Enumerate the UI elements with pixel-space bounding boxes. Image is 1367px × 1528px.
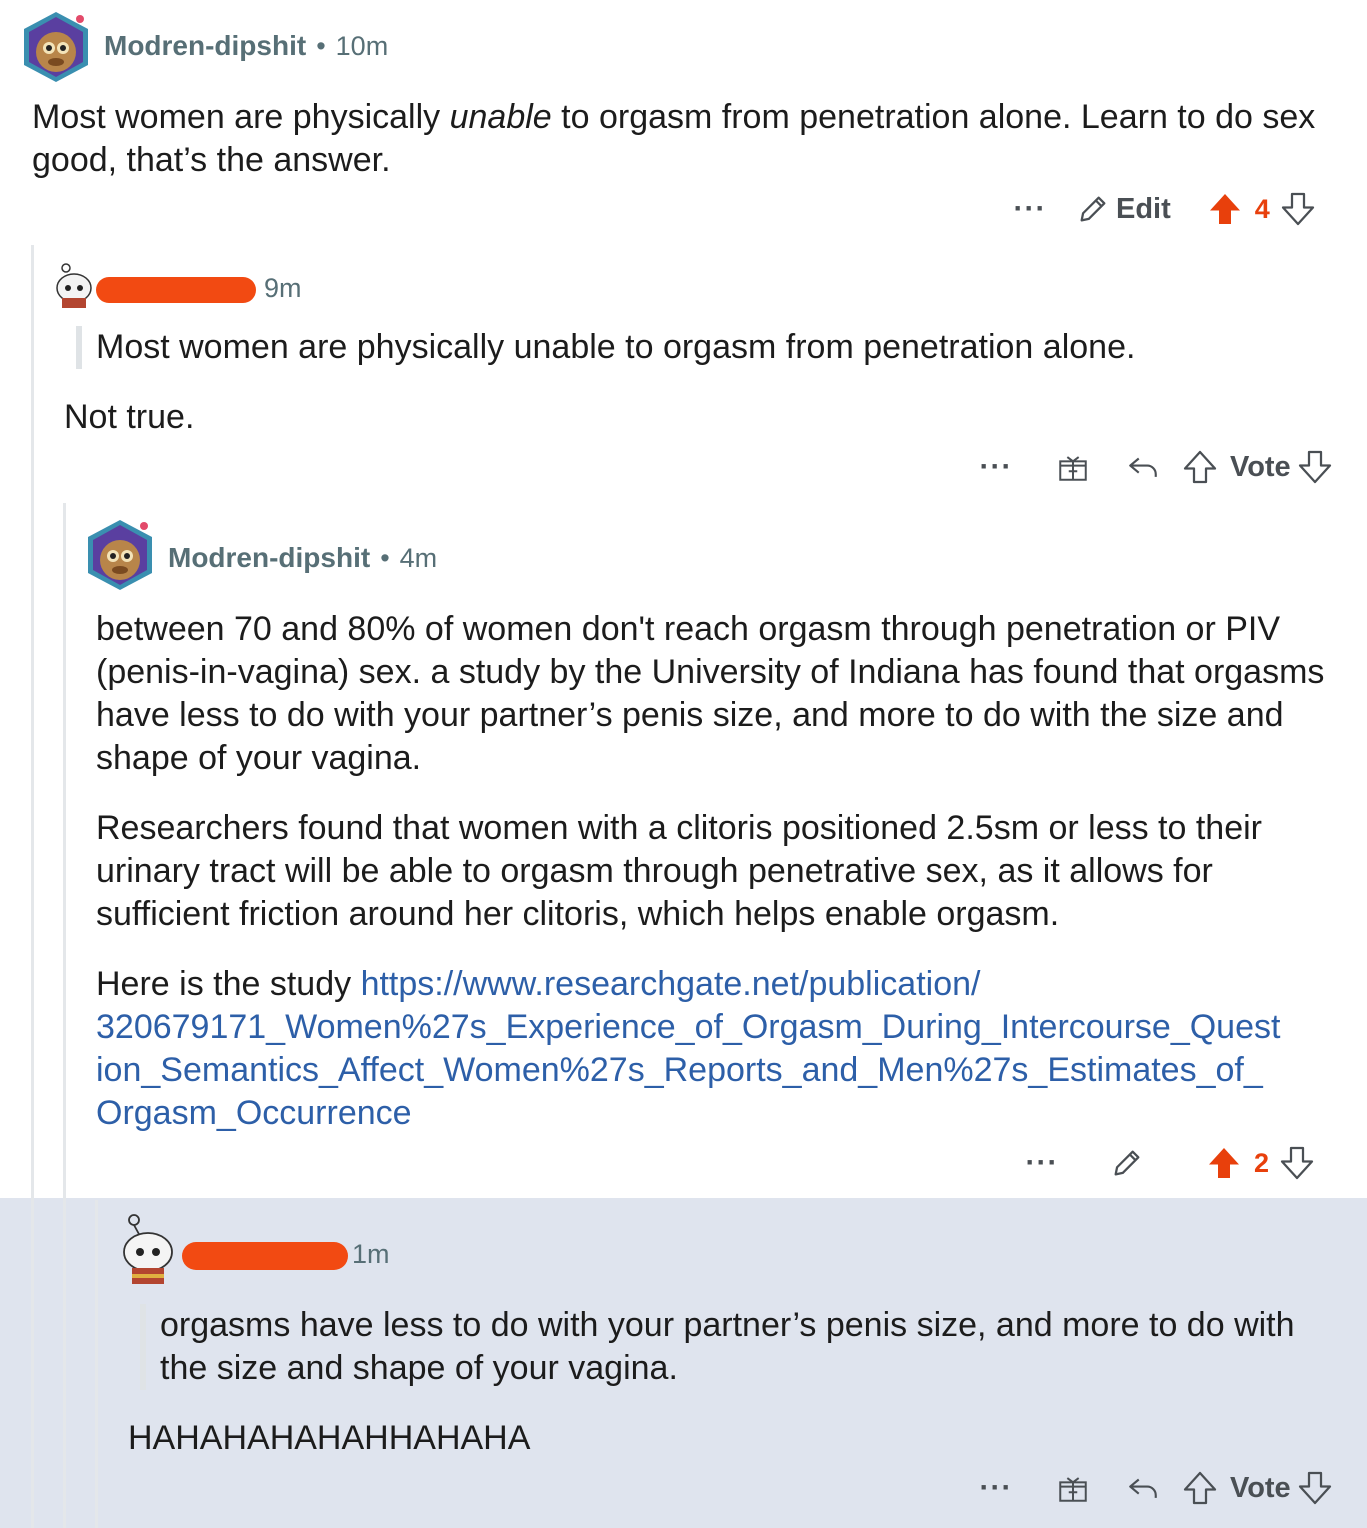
- thread-line-2[interactable]: [63, 503, 66, 1528]
- comment-emphasis: unable: [449, 98, 552, 136]
- reply-button[interactable]: [1126, 1471, 1160, 1505]
- comment-3-paragraph-1: between 70 and 80% of women don't reach …: [96, 610, 1325, 777]
- study-prefix: Here is the study: [96, 965, 361, 1003]
- comment-4-actions: ··· Vote: [976, 1463, 1333, 1513]
- downvote-icon: [1298, 1471, 1331, 1505]
- comment-2-quote: Most women are physically unable to orga…: [76, 326, 1356, 369]
- study-link[interactable]: https://www.researchgate.net/publication…: [361, 965, 981, 1003]
- edit-label: Edit: [1116, 192, 1171, 225]
- vote-label: Vote: [1230, 1471, 1291, 1504]
- avatar-snoo-icon: [56, 263, 92, 308]
- avatar-snoo-icon: [88, 518, 152, 590]
- reply-icon: [1129, 1478, 1157, 1498]
- comment-text: Most women are physically: [32, 98, 450, 136]
- comment-1-actions: ··· Edit 4: [1010, 184, 1316, 234]
- downvote-button[interactable]: [1297, 1470, 1333, 1506]
- timestamp: 9m: [264, 273, 302, 303]
- downvote-button[interactable]: [1297, 449, 1333, 485]
- study-link[interactable]: 320679171_Women%27s_Experience_of_Orgasm…: [96, 1008, 1280, 1046]
- thread-line-1[interactable]: [31, 245, 34, 1528]
- upvote-icon: [1183, 450, 1217, 484]
- upvote-button[interactable]: [1206, 1145, 1242, 1181]
- study-link-continued: ion_Semantics_Affect_Women%27s_Reports_a…: [96, 1049, 1356, 1092]
- avatar[interactable]: [118, 1212, 178, 1293]
- pencil-icon: [1114, 1150, 1140, 1176]
- upvote-icon: [1183, 1471, 1217, 1505]
- comment-4-quote: orgasms have less to do with your partne…: [140, 1304, 1350, 1390]
- edit-button[interactable]: Edit: [1076, 192, 1171, 226]
- upvote-button[interactable]: [1207, 191, 1243, 227]
- meta-separator: •: [316, 31, 326, 61]
- comment-1-meta: Modren-dipshit • 10m: [104, 30, 388, 62]
- comment-3-actions: ··· 2: [1022, 1138, 1315, 1188]
- redacted-username: [96, 277, 256, 303]
- avatar[interactable]: [18, 8, 94, 89]
- award-button[interactable]: [1056, 450, 1090, 484]
- vote-score: 2: [1254, 1147, 1270, 1178]
- avatar[interactable]: [82, 514, 158, 599]
- quote-text: orgasms have less to do with your partne…: [160, 1306, 1295, 1387]
- upvote-filled-icon: [1209, 1148, 1239, 1178]
- downvote-icon: [1280, 1146, 1314, 1180]
- timestamp: 1m: [352, 1239, 390, 1269]
- edit-button[interactable]: [1110, 1146, 1144, 1180]
- downvote-icon: [1281, 192, 1314, 226]
- vote-score: 4: [1254, 193, 1270, 224]
- username[interactable]: Modren-dipshit: [104, 30, 306, 62]
- study-link-continued: 320679171_Women%27s_Experience_of_Orgasm…: [96, 1006, 1356, 1049]
- avatar-snoo-icon: [24, 11, 88, 82]
- award-button[interactable]: [1056, 1471, 1090, 1505]
- comment-3-paragraph-2: Researchers found that women with a clit…: [96, 809, 1262, 933]
- award-icon: [1059, 1477, 1087, 1502]
- timestamp: 10m: [335, 31, 389, 61]
- username[interactable]: Modren-dipshit: [168, 542, 370, 574]
- pencil-icon: [1080, 196, 1106, 222]
- study-line: Here is the study https://www.researchga…: [96, 963, 1356, 1006]
- comment-3-paragraph-3: Here is the study https://www.researchga…: [96, 963, 1356, 1135]
- more-options-button[interactable]: ···: [976, 452, 1016, 482]
- upvote-filled-icon: [1209, 194, 1240, 224]
- downvote-button[interactable]: [1280, 191, 1316, 227]
- award-icon: [1059, 456, 1087, 481]
- meta-separator: •: [380, 543, 390, 573]
- upvote-button[interactable]: [1182, 449, 1218, 485]
- comment-2-actions: ··· Vote: [976, 442, 1333, 492]
- quote-text: Most women are physically unable to orga…: [96, 328, 1136, 366]
- comment-2-body: Not true.: [64, 398, 195, 436]
- comment-3-meta: Modren-dipshit • 4m: [168, 542, 437, 574]
- vote-label: Vote: [1230, 450, 1291, 483]
- avatar-snoo-icon: [123, 1214, 173, 1284]
- downvote-icon: [1298, 450, 1331, 484]
- more-options-button[interactable]: ···: [1010, 194, 1050, 224]
- comment-4-body: HAHAHAHAHAHHAHAHA: [128, 1419, 531, 1457]
- reply-icon: [1129, 457, 1157, 477]
- study-link-continued: Orgasm_Occurrence: [96, 1092, 1356, 1135]
- downvote-button[interactable]: [1279, 1145, 1315, 1181]
- thread-line-3[interactable]: [95, 1200, 98, 1528]
- reply-button[interactable]: [1126, 450, 1160, 484]
- redacted-username: [182, 1242, 348, 1270]
- comment-1-body: Most women are physically unable to orga…: [32, 96, 1352, 182]
- more-options-button[interactable]: ···: [976, 1473, 1016, 1503]
- study-link[interactable]: ion_Semantics_Affect_Women%27s_Reports_a…: [96, 1051, 1263, 1089]
- avatar[interactable]: [52, 262, 96, 315]
- more-options-button[interactable]: ···: [1022, 1148, 1062, 1178]
- study-link[interactable]: Orgasm_Occurrence: [96, 1094, 412, 1132]
- upvote-button[interactable]: [1182, 1470, 1218, 1506]
- timestamp: 4m: [399, 543, 438, 573]
